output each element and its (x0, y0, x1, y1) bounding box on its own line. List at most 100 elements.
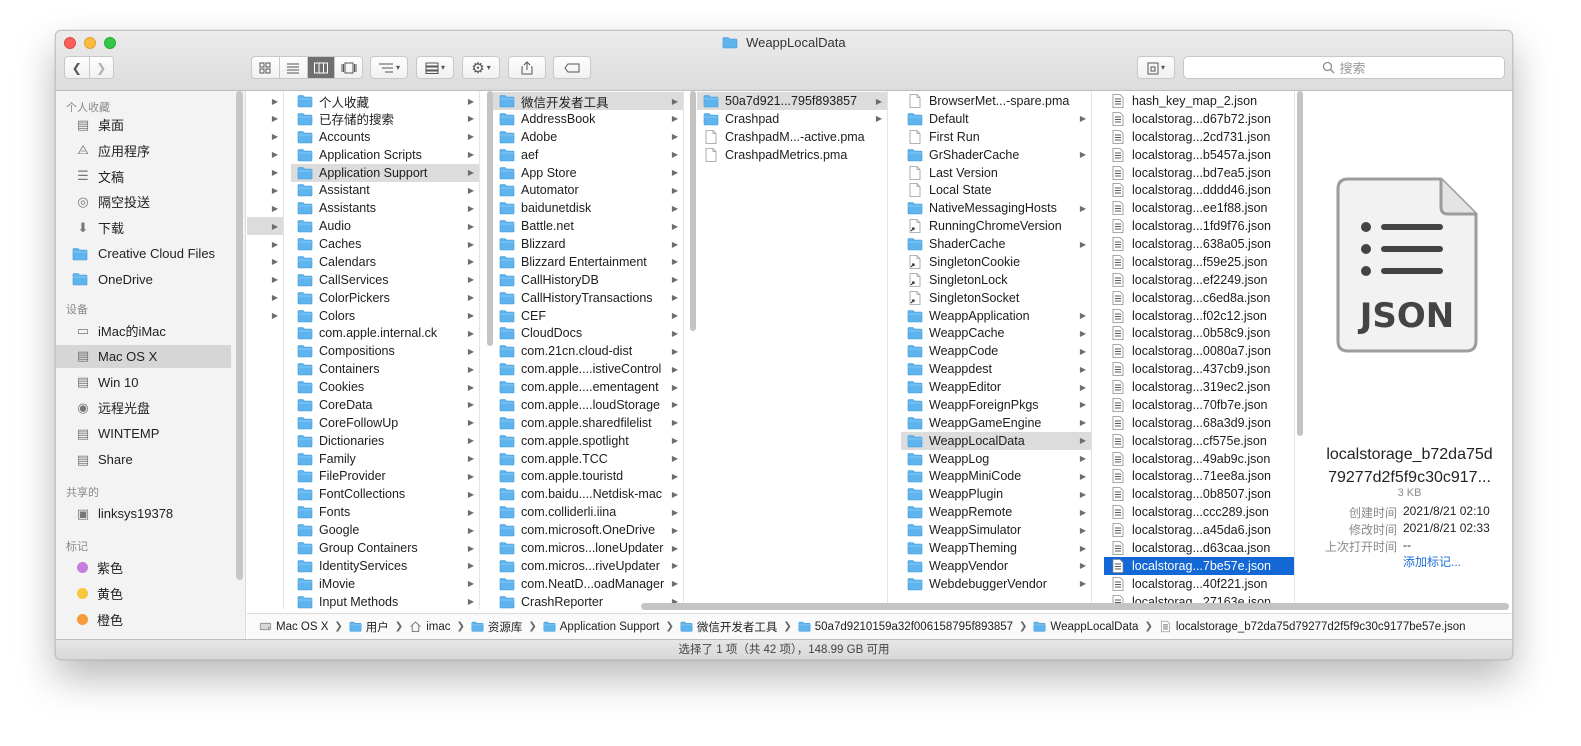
sidebar-item[interactable]: ⨺ 应用程序 (56, 139, 231, 162)
sidebar-item[interactable]: ◉ 远程光盘 (56, 396, 231, 419)
file-row[interactable]: ▶ (247, 253, 283, 271)
folder-row[interactable]: Input Methods ▶ (291, 593, 479, 609)
sidebar-item[interactable]: ▣ linksys19378 (56, 502, 231, 525)
file-row[interactable]: localstorag...40f221.json (1104, 575, 1294, 593)
folder-row[interactable]: com.micros...riveUpdater ▶ (493, 557, 683, 575)
folder-row[interactable]: IdentityServices ▶ (291, 557, 479, 575)
folder-row[interactable]: iMovie ▶ (291, 575, 479, 593)
column-scrollbar[interactable] (690, 91, 696, 331)
folder-row[interactable]: 50a7d921...795f893857 ▶ (697, 92, 887, 110)
folder-row[interactable]: Cookies ▶ (291, 378, 479, 396)
folder-row[interactable]: Google ▶ (291, 521, 479, 539)
column-scrollbar[interactable] (487, 91, 493, 346)
file-row[interactable]: localstorag...f59e25.json (1104, 253, 1294, 271)
folder-row[interactable]: Application Scripts ▶ (291, 146, 479, 164)
forward-button[interactable]: ❯ (90, 57, 114, 78)
file-row[interactable]: localstorag...c6ed8a.json (1104, 289, 1294, 307)
sidebar-item[interactable]: ☰ 文稿 (56, 165, 231, 188)
file-row[interactable]: ▶ (247, 217, 283, 236)
dropbox-button[interactable]: ▾ (1137, 56, 1175, 79)
file-row[interactable]: localstorag...49ab9c.json (1104, 450, 1294, 468)
folder-row[interactable]: WeappEditor ▶ (901, 378, 1091, 396)
folder-row[interactable]: baidunetdisk ▶ (493, 199, 683, 217)
file-row[interactable]: localstorag...7be57e.json (1104, 556, 1294, 575)
path-item[interactable]: 50a7d9210159a32f006158795f893857 (798, 620, 1013, 633)
file-row[interactable]: localstorag...b5457a.json (1104, 146, 1294, 164)
folder-row[interactable]: Weappdest ▶ (901, 360, 1091, 378)
folder-row[interactable]: CoreData ▶ (291, 396, 479, 414)
file-row[interactable]: hash_key_map_2.json (1104, 92, 1294, 110)
folder-row[interactable]: WebdebuggerVendor ▶ (901, 575, 1091, 593)
file-row[interactable]: localstorag...f02c12.json (1104, 307, 1294, 325)
search-field[interactable]: 搜索 (1183, 56, 1505, 79)
file-row[interactable]: localstorag...2cd731.json (1104, 128, 1294, 146)
path-item[interactable]: 微信开发者工具 (680, 619, 777, 635)
folder-row[interactable]: Accounts ▶ (291, 128, 479, 146)
folder-row[interactable]: com.apple.TCC ▶ (493, 450, 683, 468)
folder-row[interactable]: CEF ▶ (493, 307, 683, 325)
folder-row[interactable]: com.apple....loudStorage ▶ (493, 396, 683, 414)
sidebar-item[interactable]: ▤ Win 10 (56, 371, 231, 394)
folder-row[interactable]: CoreFollowUp ▶ (291, 414, 479, 432)
file-row[interactable]: ▶ (247, 164, 283, 182)
folder-row[interactable]: Battle.net ▶ (493, 217, 683, 235)
file-row[interactable]: localstorag...0b58c9.json (1104, 324, 1294, 342)
folder-row[interactable]: Compositions ▶ (291, 342, 479, 360)
file-row[interactable]: RunningChromeVersion (901, 217, 1091, 235)
folder-row[interactable]: Calendars ▶ (291, 253, 479, 271)
file-row[interactable]: SingletonCookie (901, 253, 1091, 271)
folder-row[interactable]: FileProvider ▶ (291, 467, 479, 485)
folder-row[interactable]: Blizzard ▶ (493, 235, 683, 253)
folder-row[interactable]: CloudDocs ▶ (493, 324, 683, 342)
sidebar-scrollbar[interactable] (236, 91, 243, 580)
path-item[interactable]: localstorage_b72da75d79277d2f5f9c30c9177… (1159, 620, 1466, 633)
folder-row[interactable]: WeappPlugin ▶ (901, 485, 1091, 503)
folder-row[interactable]: Audio ▶ (291, 217, 479, 235)
file-row[interactable]: localstorag...a45da6.json (1104, 521, 1294, 539)
folder-row[interactable]: Caches ▶ (291, 235, 479, 253)
file-row[interactable]: localstorag...68a3d9.json (1104, 414, 1294, 432)
folder-row[interactable]: App Store ▶ (493, 164, 683, 182)
folder-row[interactable]: WeappApplication ▶ (901, 307, 1091, 325)
folder-row[interactable]: WeappForeignPkgs ▶ (901, 396, 1091, 414)
column-view-button[interactable] (307, 57, 336, 78)
folder-row[interactable]: GrShaderCache ▶ (901, 146, 1091, 164)
file-row[interactable]: localstorag...71ee8a.json (1104, 467, 1294, 485)
file-row[interactable]: ▶ (247, 271, 283, 289)
sidebar-item[interactable]: Creative Cloud Files (56, 242, 231, 265)
folder-row[interactable]: com.apple.sharedfilelist ▶ (493, 414, 683, 432)
folder-row[interactable]: com.NeatD...oadManager ▶ (493, 575, 683, 593)
tags-button[interactable] (553, 56, 591, 79)
folder-row[interactable]: com.apple.internal.ck ▶ (291, 324, 479, 342)
folder-row[interactable]: ShaderCache ▶ (901, 235, 1091, 253)
sidebar-item[interactable]: 紫色 (56, 556, 231, 579)
folder-row[interactable]: WeappGameEngine ▶ (901, 414, 1091, 432)
folder-row[interactable]: com.apple.spotlight ▶ (493, 432, 683, 450)
file-row[interactable]: localstorag...ee1f88.json (1104, 199, 1294, 217)
folder-row[interactable]: CallHistoryTransactions ▶ (493, 289, 683, 307)
folder-row[interactable]: com.apple....istiveControl ▶ (493, 360, 683, 378)
sidebar-item[interactable]: ▤ Share (56, 448, 231, 471)
file-row[interactable]: localstorag...cf575e.json (1104, 432, 1294, 450)
file-row[interactable]: localstorag...638a05.json (1104, 235, 1294, 253)
file-row[interactable]: localstorag...319ec2.json (1104, 378, 1294, 396)
path-item[interactable]: Mac OS X (259, 620, 328, 633)
folder-row[interactable]: com.microsoft.OneDrive ▶ (493, 521, 683, 539)
file-row[interactable]: ▶ (247, 289, 283, 307)
file-row[interactable]: SingletonSocket (901, 289, 1091, 307)
path-item[interactable]: imac (409, 620, 450, 633)
sidebar-item[interactable]: 黄色 (56, 582, 231, 605)
path-item[interactable]: WeappLocalData (1033, 620, 1138, 633)
folder-row[interactable]: aef ▶ (493, 146, 683, 164)
folder-row[interactable]: WeappTheming ▶ (901, 539, 1091, 557)
sidebar-item[interactable]: 橙色 (56, 608, 231, 631)
folder-row[interactable]: ColorPickers ▶ (291, 289, 479, 307)
sidebar-item[interactable]: ◎ 隔空投送 (56, 190, 231, 213)
path-item[interactable]: 资源库 (471, 619, 522, 635)
file-row[interactable]: ▶ (247, 92, 283, 110)
file-row[interactable]: Local State (901, 181, 1091, 199)
folder-row[interactable]: 已存储的搜索 ▶ (291, 110, 479, 128)
file-row[interactable]: ▶ (247, 199, 283, 217)
file-row[interactable]: localstorag...70fb7e.json (1104, 396, 1294, 414)
folder-row[interactable]: WeappLog ▶ (901, 450, 1091, 468)
